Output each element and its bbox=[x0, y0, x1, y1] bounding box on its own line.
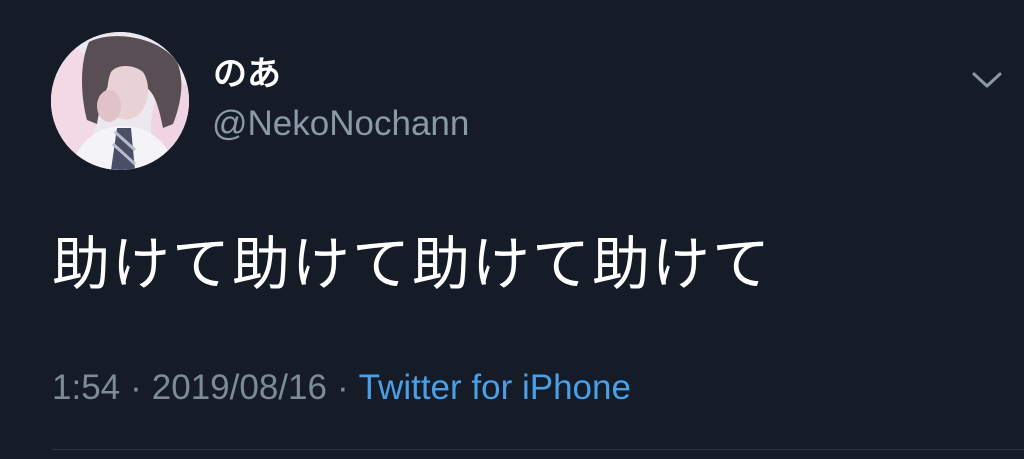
tweet-card: のあ @NekoNochann 助けて助けて助けて助けて 1:54 · 2019/0… bbox=[0, 0, 1024, 459]
tweet-source-link[interactable]: Twitter for iPhone bbox=[359, 368, 631, 407]
divider bbox=[52, 449, 1024, 450]
chevron-down-icon[interactable] bbox=[970, 66, 1004, 94]
tweet-time[interactable]: 1:54 bbox=[52, 368, 120, 407]
tweet-meta: 1:54 · 2019/08/16 · Twitter for iPhone bbox=[52, 366, 631, 410]
user-handle[interactable]: @NekoNochann bbox=[212, 104, 469, 144]
meta-separator: · bbox=[130, 368, 142, 407]
meta-separator: · bbox=[336, 368, 349, 407]
profile-photo-icon bbox=[51, 32, 189, 170]
tweet-text: 助けて助けて助けて助けて bbox=[52, 230, 773, 298]
display-name[interactable]: のあ bbox=[213, 54, 281, 94]
avatar[interactable] bbox=[51, 32, 189, 170]
tweet-date[interactable]: 2019/08/16 bbox=[152, 368, 327, 407]
